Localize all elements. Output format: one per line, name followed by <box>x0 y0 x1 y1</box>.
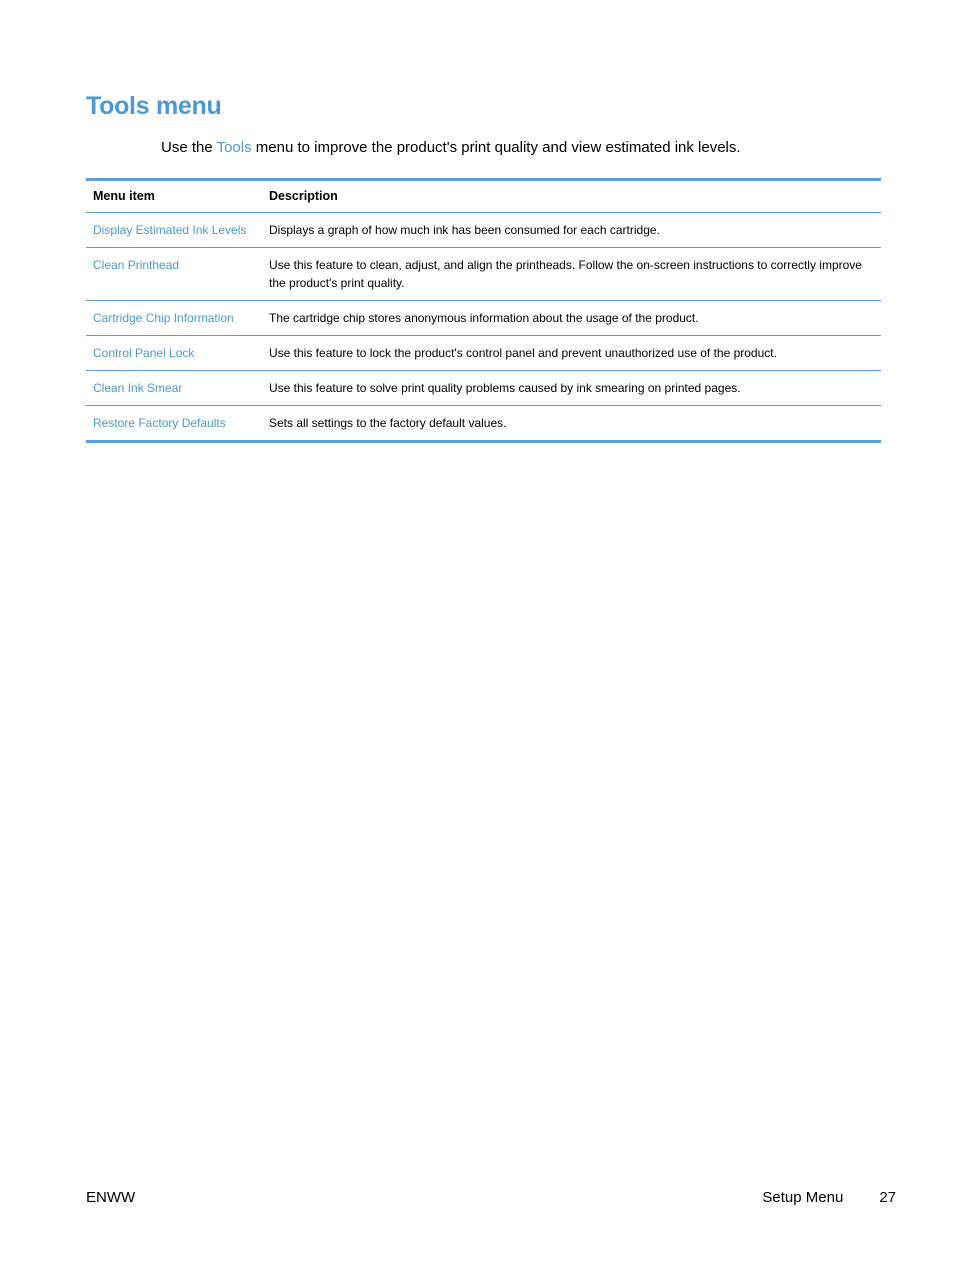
page-title: Tools menu <box>86 92 222 120</box>
page-number: 27 <box>879 1189 896 1206</box>
menu-item-description: Sets all settings to the factory default… <box>269 416 507 430</box>
menu-item-description: Use this feature to solve print quality … <box>269 381 741 395</box>
footer-right: Setup Menu 27 <box>762 1189 896 1206</box>
table-row: Cartridge Chip Information The cartridge… <box>86 301 881 336</box>
footer-section-name: Setup Menu <box>762 1189 844 1206</box>
table-row: Clean Printhead Use this feature to clea… <box>86 248 881 301</box>
menu-item-link[interactable]: Display Estimated Ink Levels <box>86 213 262 248</box>
column-header-menu-item: Menu item <box>93 189 155 203</box>
menu-item-link[interactable]: Cartridge Chip Information <box>86 301 262 336</box>
column-header-description: Description <box>269 189 338 203</box>
table-row: Restore Factory Defaults Sets all settin… <box>86 406 881 442</box>
table-header-row: Menu item Description <box>86 179 881 213</box>
table-row: Clean Ink Smear Use this feature to solv… <box>86 371 881 406</box>
tools-menu-table: Menu item Description Display Estimated … <box>86 178 881 443</box>
menu-item-link[interactable]: Control Panel Lock <box>86 336 262 371</box>
table-row: Control Panel Lock Use this feature to l… <box>86 336 881 371</box>
intro-text-after: menu to improve the product's print qual… <box>251 139 741 156</box>
menu-item-link[interactable]: Clean Ink Smear <box>86 371 262 406</box>
menu-item-description: Displays a graph of how much ink has bee… <box>269 223 660 237</box>
menu-item-link[interactable]: Clean Printhead <box>86 248 262 301</box>
tools-link[interactable]: Tools <box>217 139 252 156</box>
menu-item-description: Use this feature to lock the product's c… <box>269 346 777 360</box>
table-row: Display Estimated Ink Levels Displays a … <box>86 213 881 248</box>
menu-item-link[interactable]: Restore Factory Defaults <box>86 406 262 442</box>
menu-item-description: The cartridge chip stores anonymous info… <box>269 311 699 325</box>
intro-paragraph: Use the Tools menu to improve the produc… <box>161 139 741 156</box>
intro-text-before: Use the <box>161 139 217 156</box>
menu-item-description: Use this feature to clean, adjust, and a… <box>269 258 862 290</box>
footer-locale: ENWW <box>86 1189 136 1206</box>
